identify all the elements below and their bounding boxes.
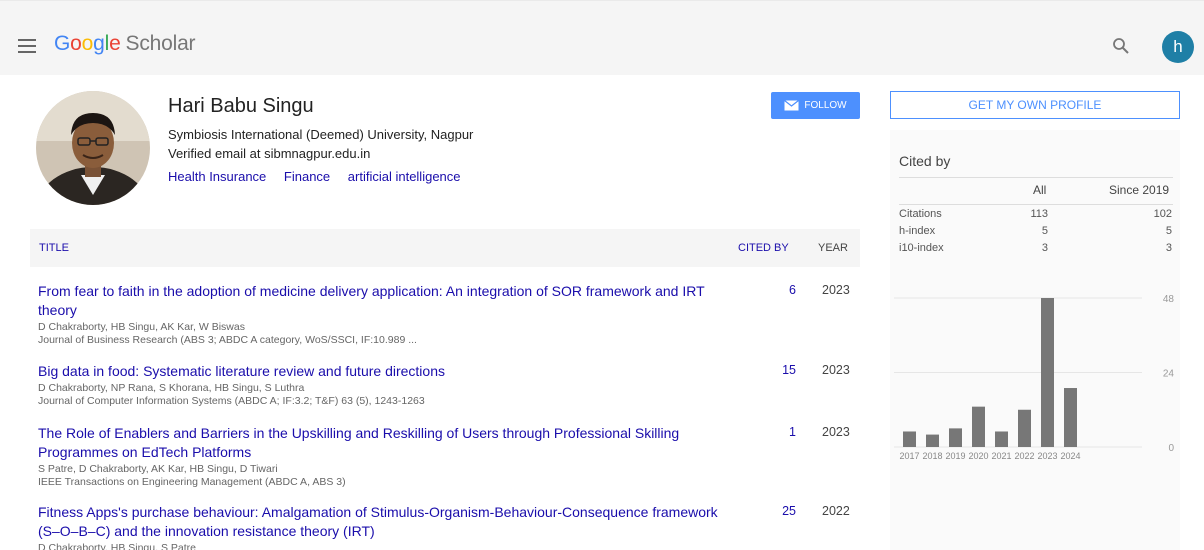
x-tick-label: 2017	[899, 451, 919, 461]
metric-label: i10-index	[899, 242, 944, 254]
metric-since: 102	[1153, 208, 1172, 220]
table-row: Fitness Apps's purchase behaviour: Amalg…	[38, 503, 860, 550]
article-venue: IEEE Transactions on Engineering Managem…	[38, 476, 346, 488]
col-all[interactable]: All	[1033, 183, 1046, 197]
y-tick-label: 48	[1163, 294, 1175, 305]
sort-by-year[interactable]: YEAR	[818, 242, 848, 254]
article-title[interactable]: From fear to faith in the adoption of me…	[38, 282, 728, 320]
cited-by-count[interactable]: 6	[748, 283, 796, 297]
article-year: 2022	[822, 504, 850, 518]
article-venue: Journal of Business Research (ABS 3; ABD…	[38, 334, 417, 346]
follow-label: FOLLOW	[804, 100, 847, 111]
google-scholar-logo[interactable]: Google Scholar	[54, 32, 196, 56]
table-row: From fear to faith in the adoption of me…	[38, 282, 860, 347]
top-bar: Google Scholar h	[0, 0, 1204, 75]
table-row: Big data in food: Systematic literature …	[38, 362, 860, 408]
article-year: 2023	[822, 283, 850, 297]
article-title[interactable]: Fitness Apps's purchase behaviour: Amalg…	[38, 503, 728, 541]
account-avatar[interactable]: h	[1162, 31, 1194, 63]
metric-since: 3	[1165, 242, 1172, 254]
bar-2023[interactable]	[1041, 298, 1054, 447]
metric-label: h-index	[899, 225, 936, 237]
sort-by-cited[interactable]: CITED BY	[738, 242, 789, 254]
bar-2021[interactable]	[995, 431, 1008, 447]
cited-by-count[interactable]: 15	[748, 363, 796, 377]
interest-link[interactable]: Finance	[284, 169, 330, 184]
cited-by-count[interactable]: 1	[748, 425, 796, 439]
mail-icon	[784, 100, 800, 111]
x-tick-label: 2023	[1037, 451, 1057, 461]
cited-by-title: Cited by	[899, 153, 951, 169]
bar-2018[interactable]	[926, 434, 939, 447]
article-title[interactable]: The Role of Enablers and Barriers in the…	[38, 424, 728, 462]
bar-2019[interactable]	[949, 428, 962, 447]
x-tick-label: 2020	[968, 451, 988, 461]
interest-link[interactable]: Health Insurance	[168, 169, 266, 184]
metric-label: Citations	[899, 208, 942, 220]
article-authors: D Chakraborty, HB Singu, S Patre	[38, 542, 196, 550]
article-year: 2023	[822, 363, 850, 377]
bar-2020[interactable]	[972, 406, 985, 447]
metric-all: 5	[1041, 225, 1048, 237]
bar-2022[interactable]	[1018, 409, 1031, 447]
x-tick-label: 2018	[922, 451, 942, 461]
article-year: 2023	[822, 425, 850, 439]
metric-all: 113	[1030, 208, 1048, 220]
interest-link[interactable]: artificial intelligence	[348, 169, 461, 184]
cited-by-count[interactable]: 25	[748, 504, 796, 518]
article-authors: D Chakraborty, NP Rana, S Khorana, HB Si…	[38, 382, 305, 394]
x-tick-label: 2021	[991, 451, 1011, 461]
col-since[interactable]: Since 2019	[1109, 183, 1169, 197]
follow-button[interactable]: FOLLOW	[771, 92, 860, 119]
y-tick-label: 0	[1168, 443, 1174, 454]
search-icon[interactable]	[1112, 37, 1130, 55]
research-interests: Health Insurance Finance artificial inte…	[168, 169, 475, 184]
bar-2024[interactable]	[1064, 388, 1077, 447]
get-my-own-profile-button[interactable]: GET MY OWN PROFILE	[890, 91, 1180, 119]
bar-2017[interactable]	[903, 431, 916, 447]
article-authors: D Chakraborty, HB Singu, AK Kar, W Biswa…	[38, 321, 245, 333]
menu-icon[interactable]	[18, 39, 36, 53]
y-tick-label: 24	[1163, 369, 1175, 380]
profile-email: Verified email at sibmnagpur.edu.in	[168, 146, 371, 161]
table-row: The Role of Enablers and Barriers in the…	[38, 424, 860, 489]
x-tick-label: 2024	[1060, 451, 1080, 461]
citations-per-year-chart: 48 24 0 2017 2018 2019 2020 2021 2022 2023 2024	[894, 294, 1175, 461]
article-authors: S Patre, D Chakraborty, AK Kar, HB Singu…	[38, 463, 278, 475]
article-venue: Journal of Computer Information Systems …	[38, 395, 425, 407]
metric-since: 5	[1165, 225, 1172, 237]
divider	[899, 177, 1173, 178]
articles-table-header: TITLE CITED BY YEAR	[30, 229, 860, 267]
x-tick-label: 2022	[1014, 451, 1034, 461]
profile-name: Hari Babu Singu	[168, 95, 314, 117]
divider	[899, 204, 1173, 205]
sort-by-title[interactable]: TITLE	[39, 242, 69, 254]
article-title[interactable]: Big data in food: Systematic literature …	[38, 362, 728, 381]
profile-photo	[36, 91, 150, 205]
metric-all: 3	[1041, 242, 1048, 254]
x-tick-label: 2019	[945, 451, 965, 461]
profile-affiliation: Symbiosis International (Deemed) Univers…	[168, 127, 474, 142]
